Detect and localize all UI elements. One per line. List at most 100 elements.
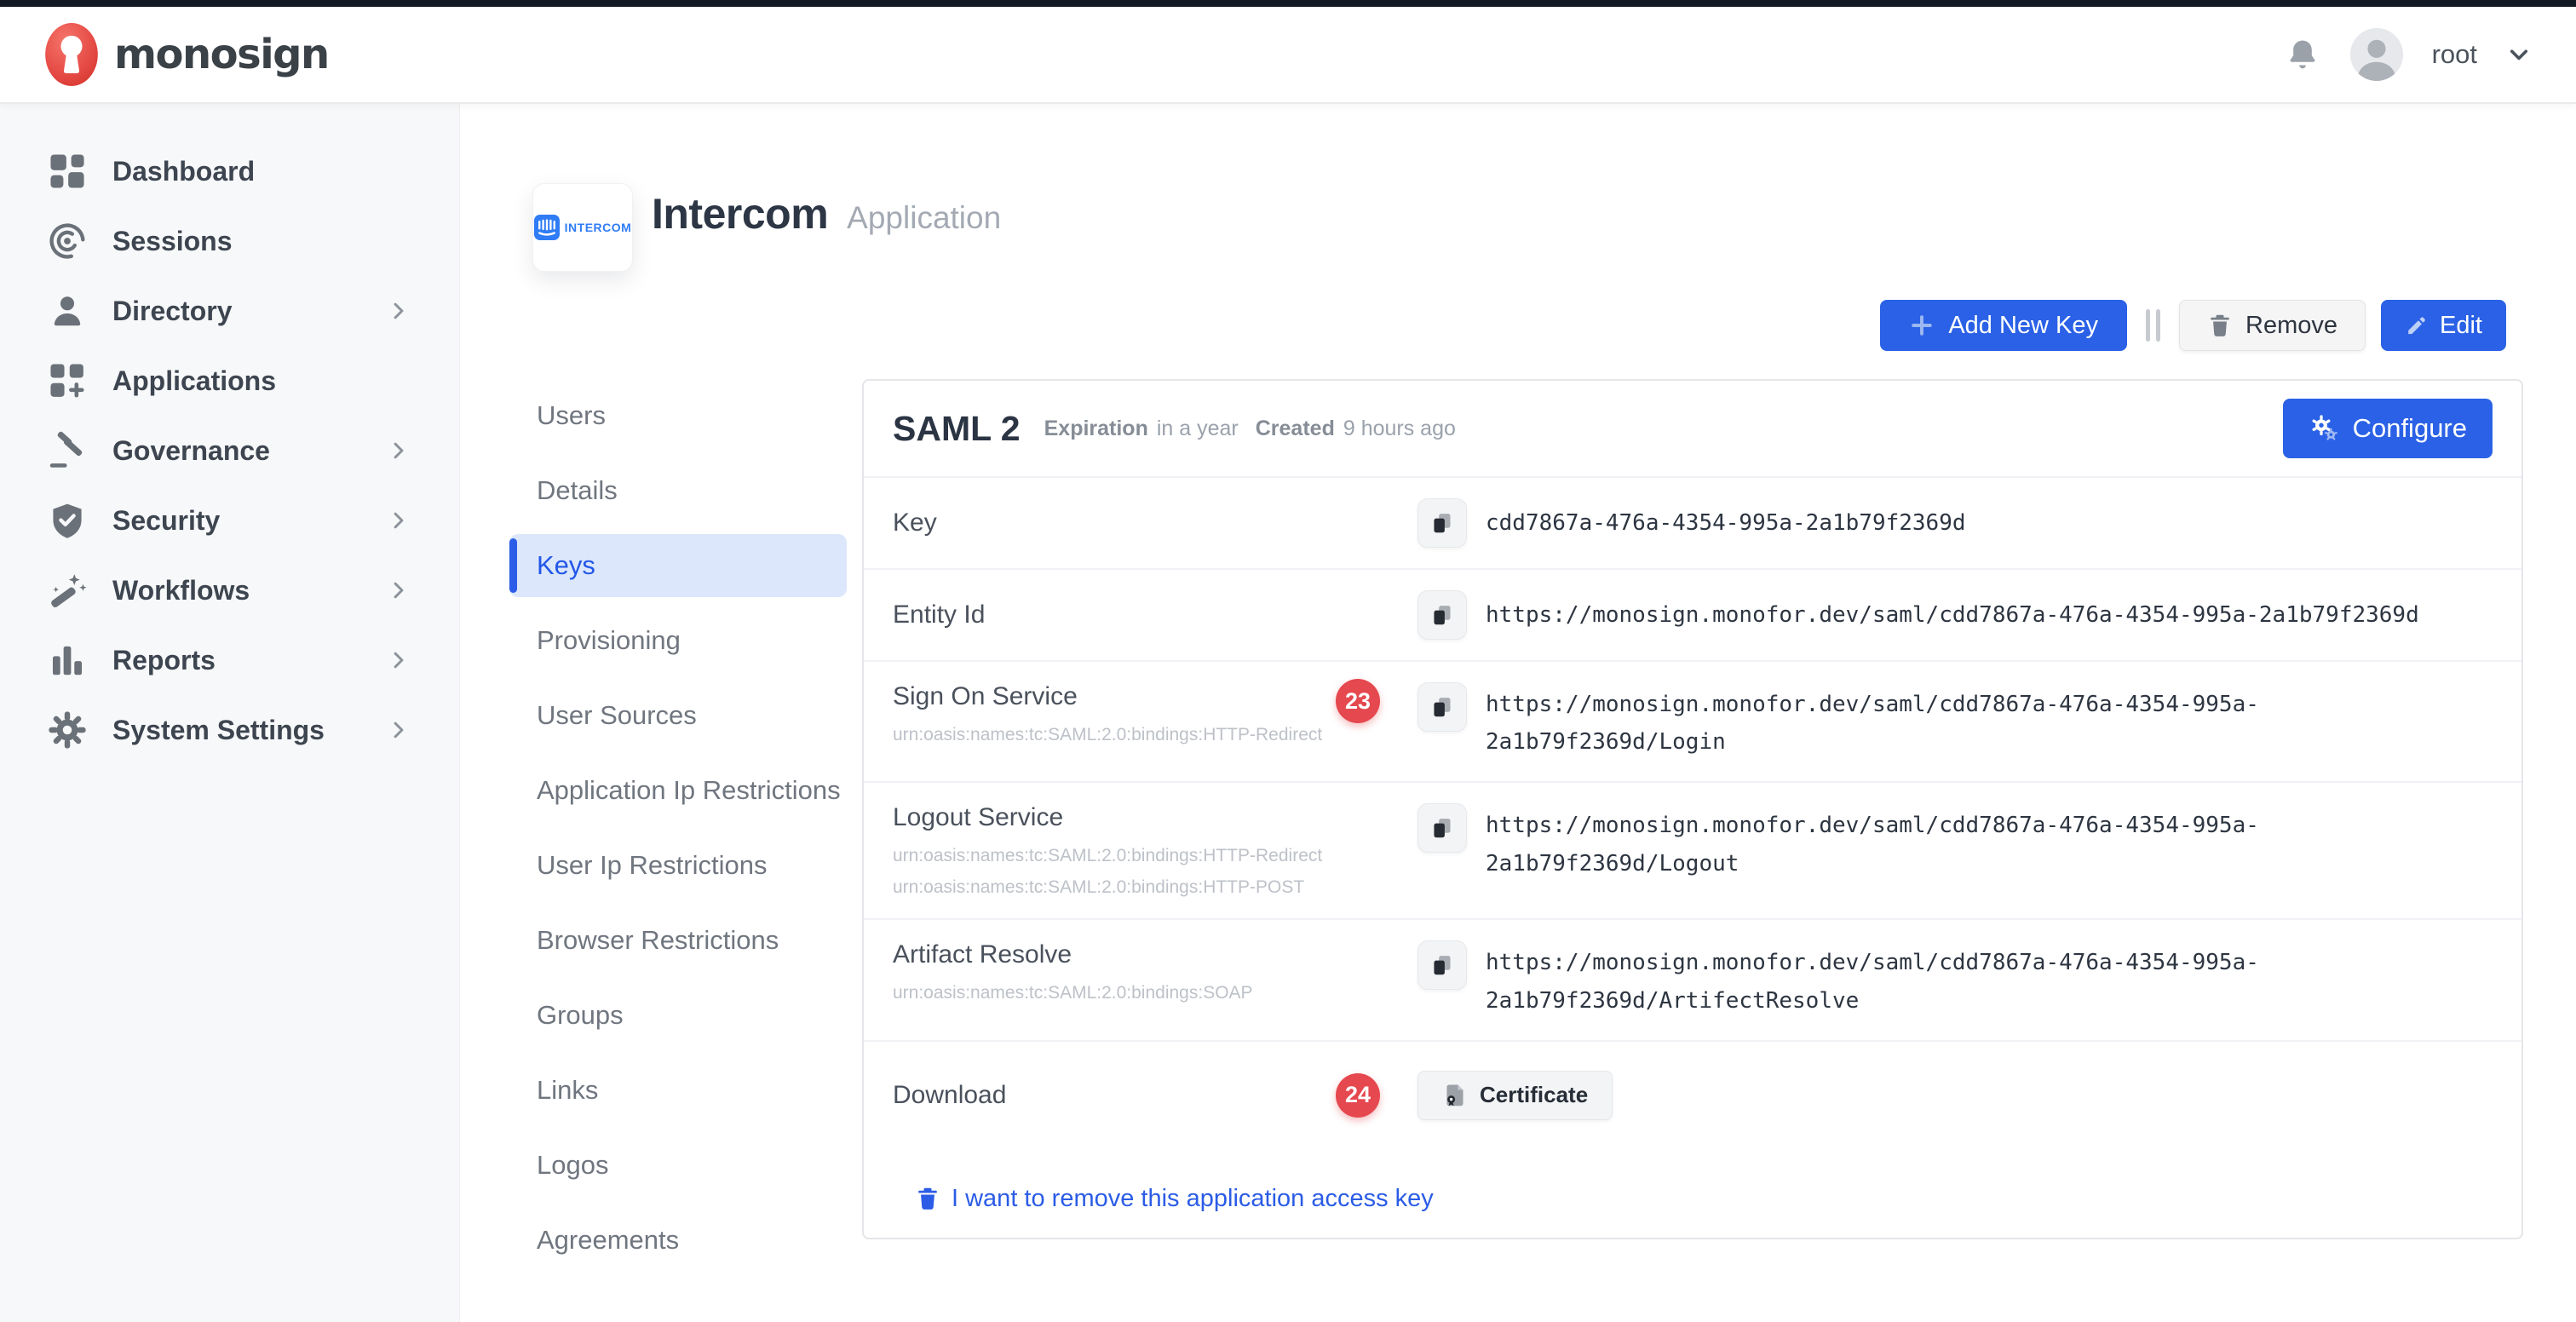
subnav-item-logos[interactable]: Logos bbox=[509, 1128, 847, 1203]
sidebar-item-sessions[interactable]: Sessions bbox=[0, 206, 459, 276]
table-row-artifact-resolve: Artifact Resolve urn:oasis:names:tc:SAML… bbox=[864, 920, 2521, 1041]
brand-logo[interactable]: monosign bbox=[44, 22, 329, 87]
key-actions-toolbar: Add New Key Remove Edit bbox=[1880, 300, 2506, 351]
table-row-entity-id: Entity Id https://monosign.monofor.dev/s… bbox=[864, 570, 2521, 662]
saml-panel-header: SAML 2 Expiration in a year Created 9 ho… bbox=[864, 381, 2521, 478]
subnav-item-keys[interactable]: Keys bbox=[509, 534, 847, 597]
copy-logout-service-button[interactable] bbox=[1417, 803, 1467, 853]
key-meta: Expiration in a year Created 9 hours ago bbox=[1044, 417, 1456, 441]
chevron-right-icon bbox=[388, 440, 410, 462]
trash-icon bbox=[2207, 313, 2233, 338]
trash-icon bbox=[915, 1186, 940, 1211]
governance-gavel-icon bbox=[48, 431, 87, 470]
download-certificate-button[interactable]: Certificate bbox=[1417, 1071, 1613, 1120]
certificate-icon bbox=[1442, 1083, 1468, 1108]
subnav-item-details[interactable]: Details bbox=[509, 453, 847, 528]
pencil-icon bbox=[2405, 313, 2429, 337]
sessions-icon bbox=[48, 221, 87, 261]
notifications-bell-icon[interactable] bbox=[2284, 36, 2321, 73]
status-badge: 24 bbox=[1336, 1073, 1380, 1118]
brand-name: monosign bbox=[114, 31, 329, 78]
sidebar-item-governance[interactable]: Governance bbox=[0, 416, 459, 486]
saml-key-panel: SAML 2 Expiration in a year Created 9 ho… bbox=[862, 379, 2523, 1239]
copy-entity-id-button[interactable] bbox=[1417, 590, 1467, 640]
copy-key-button[interactable] bbox=[1417, 498, 1467, 548]
sign-on-service-value: https://monosign.monofor.dev/saml/cdd786… bbox=[1486, 686, 2474, 761]
sidebar-item-security[interactable]: Security bbox=[0, 486, 459, 555]
binding-urn: urn:oasis:names:tc:SAML:2.0:bindings:SOA… bbox=[893, 983, 1336, 1003]
configure-button[interactable]: Configure bbox=[2283, 399, 2493, 458]
created-label: Created bbox=[1256, 417, 1335, 441]
directory-person-icon bbox=[48, 291, 87, 330]
user-menu-chevron-icon[interactable] bbox=[2506, 42, 2532, 67]
sidebar-item-label: Dashboard bbox=[112, 156, 255, 187]
copy-icon bbox=[1430, 816, 1454, 840]
subnav-item-application-ip-restrictions[interactable]: Application Ip Restrictions bbox=[509, 753, 847, 828]
subnav-item-user-ip-restrictions[interactable]: User Ip Restrictions bbox=[509, 828, 847, 903]
sidebar-item-label: Governance bbox=[112, 435, 270, 467]
workflows-wand-icon bbox=[48, 571, 87, 610]
copy-sign-on-service-button[interactable] bbox=[1417, 682, 1467, 732]
username-label: root bbox=[2432, 39, 2477, 70]
sidebar-item-label: Security bbox=[112, 505, 220, 537]
copy-icon bbox=[1430, 511, 1454, 535]
subnav-item-links[interactable]: Links bbox=[509, 1053, 847, 1128]
button-group-separator bbox=[2146, 309, 2160, 342]
expiration-value: in a year bbox=[1157, 417, 1239, 441]
sidebar-item-directory[interactable]: Directory bbox=[0, 276, 459, 346]
remove-button[interactable]: Remove bbox=[2179, 300, 2366, 351]
row-label: Logout Service bbox=[893, 803, 1063, 831]
add-new-key-button[interactable]: Add New Key bbox=[1880, 300, 2127, 351]
plus-icon bbox=[1909, 313, 1935, 338]
subnav-item-user-sources[interactable]: User Sources bbox=[509, 678, 847, 753]
sidebar-item-dashboard[interactable]: Dashboard bbox=[0, 136, 459, 206]
sidebar-item-label: Workflows bbox=[112, 575, 250, 606]
expiration-label: Expiration bbox=[1044, 417, 1148, 441]
chevron-right-icon bbox=[388, 719, 410, 741]
subnav-item-users[interactable]: Users bbox=[509, 378, 847, 453]
sidebar-item-reports[interactable]: Reports bbox=[0, 625, 459, 695]
app-header-bar: monosign root bbox=[0, 7, 2576, 104]
key-value: cdd7867a-476a-4354-995a-2a1b79f2369d bbox=[1486, 504, 1966, 542]
sidebar-item-system-settings[interactable]: System Settings bbox=[0, 695, 459, 765]
subnav-item-agreements[interactable]: Agreements bbox=[509, 1203, 847, 1278]
copy-artifact-resolve-button[interactable] bbox=[1417, 940, 1467, 990]
sidebar-item-label: System Settings bbox=[112, 715, 325, 746]
copy-icon bbox=[1430, 695, 1454, 719]
subnav-item-groups[interactable]: Groups bbox=[509, 978, 847, 1053]
row-label: Artifact Resolve bbox=[893, 940, 1072, 969]
sidebar-item-workflows[interactable]: Workflows bbox=[0, 555, 459, 625]
binding-urn: urn:oasis:names:tc:SAML:2.0:bindings:HTT… bbox=[893, 877, 1336, 898]
sidebar-item-applications[interactable]: Applications bbox=[0, 346, 459, 416]
chevron-right-icon bbox=[388, 649, 410, 671]
binding-urn: urn:oasis:names:tc:SAML:2.0:bindings:HTT… bbox=[893, 846, 1336, 866]
subnav-item-browser-restrictions[interactable]: Browser Restrictions bbox=[509, 903, 847, 978]
logout-service-value: https://monosign.monofor.dev/saml/cdd786… bbox=[1486, 807, 2474, 882]
security-shield-icon bbox=[48, 501, 87, 540]
page-title: Intercom Application bbox=[652, 189, 1001, 239]
table-row-download: Download 24 Certificate bbox=[864, 1042, 2521, 1149]
monosign-keyhole-icon bbox=[44, 22, 99, 87]
settings-gear-icon bbox=[48, 710, 87, 750]
key-title: SAML 2 bbox=[893, 409, 1021, 449]
row-label: Sign On Service bbox=[893, 682, 1078, 710]
remove-access-key-link[interactable]: I want to remove this application access… bbox=[915, 1185, 1434, 1213]
table-row-key: Key cdd7867a-476a-4354-995a-2a1b79f2369d bbox=[864, 478, 2521, 570]
sidebar: Dashboard Sessions Directory Application… bbox=[0, 104, 460, 1322]
entity-id-value: https://monosign.monofor.dev/saml/cdd786… bbox=[1486, 596, 2419, 634]
copy-icon bbox=[1430, 603, 1454, 627]
intercom-logo-text: INTERCOM bbox=[565, 221, 632, 234]
sidebar-item-label: Applications bbox=[112, 365, 276, 397]
binding-urn: urn:oasis:names:tc:SAML:2.0:bindings:HTT… bbox=[893, 725, 1336, 745]
edit-button[interactable]: Edit bbox=[2381, 300, 2506, 351]
row-label: Entity Id bbox=[893, 601, 985, 629]
intercom-logo-icon bbox=[534, 215, 560, 240]
chevron-right-icon bbox=[388, 509, 410, 532]
dashboard-icon bbox=[48, 152, 87, 191]
subnav-item-provisioning[interactable]: Provisioning bbox=[509, 603, 847, 678]
user-avatar[interactable] bbox=[2350, 28, 2403, 81]
chevron-right-icon bbox=[388, 300, 410, 322]
applications-icon bbox=[48, 361, 87, 400]
artifact-resolve-value: https://monosign.monofor.dev/saml/cdd786… bbox=[1486, 944, 2474, 1019]
sidebar-item-label: Sessions bbox=[112, 226, 233, 257]
